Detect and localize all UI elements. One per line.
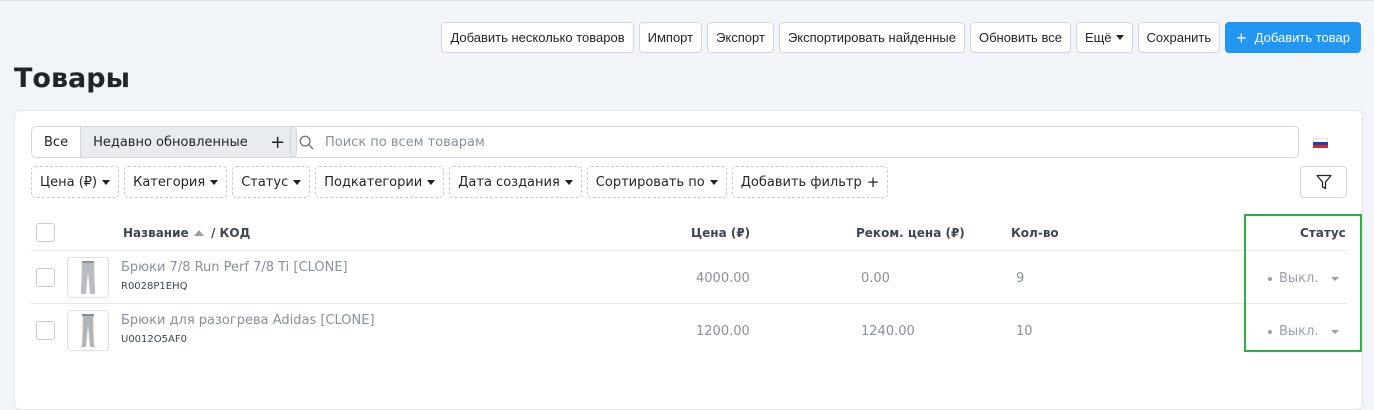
filter-bar: Цена (₽) Категория Статус Подкатегории Д… — [31, 166, 889, 198]
search-box — [290, 126, 1299, 158]
chevron-down-icon — [1115, 35, 1124, 40]
page-title: Товары — [14, 63, 131, 94]
chevron-down-icon — [293, 179, 302, 185]
plus-icon: + — [866, 173, 880, 191]
export-button[interactable]: Экспорт — [707, 22, 774, 53]
filter-created-label: Дата создания — [458, 174, 560, 190]
product-price[interactable]: 4000.00 — [696, 271, 750, 286]
sort-by-dropdown[interactable]: Сортировать по — [586, 166, 727, 198]
tab-recently-updated[interactable]: Недавно обновленные — [81, 127, 260, 157]
search-icon — [299, 135, 314, 149]
view-tabs: Все Недавно обновленные + — [31, 126, 297, 158]
add-multiple-button[interactable]: Добавить несколько товаров — [441, 22, 634, 53]
filter-created-date[interactable]: Дата создания — [449, 166, 582, 198]
pants-image — [81, 260, 95, 294]
product-code: U0012O5AF0 — [121, 334, 187, 345]
product-code: R0028P1EHQ — [121, 281, 188, 292]
chevron-down-icon — [102, 179, 111, 185]
filter-price-label: Цена (₽) — [40, 174, 98, 190]
product-qty[interactable]: 9 — [1016, 271, 1024, 286]
add-product-button[interactable]: + Добавить товар — [1225, 22, 1361, 53]
column-header-name[interactable]: Название — [123, 226, 204, 240]
export-found-button[interactable]: Экспортировать найденные — [778, 22, 965, 53]
sort-by-label: Сортировать по — [595, 174, 705, 190]
search-input[interactable] — [323, 133, 1223, 151]
filter-status[interactable]: Статус — [232, 166, 311, 198]
tab-all[interactable]: Все — [32, 127, 82, 157]
chevron-down-icon — [427, 179, 436, 185]
sort-asc-icon — [193, 230, 204, 236]
filter-subcategories-label: Подкатегории — [324, 174, 423, 190]
row-divider — [31, 303, 1347, 304]
filter-category-label: Категория — [133, 174, 206, 190]
chevron-down-icon — [564, 179, 573, 185]
product-rec-price[interactable]: 1240.00 — [861, 324, 915, 339]
select-all-checkbox[interactable] — [36, 223, 55, 242]
filter-status-label: Статус — [241, 174, 289, 190]
product-name-link[interactable]: Брюки для разогрева Adidas [CLONE] — [121, 313, 375, 328]
column-name-label: Название — [123, 226, 189, 240]
flag-ru-icon[interactable] — [1313, 138, 1328, 148]
filter-price[interactable]: Цена (₽) — [31, 166, 120, 198]
more-dropdown-button[interactable]: Ещё — [1075, 22, 1133, 53]
add-filter-label: Добавить фильтр — [740, 174, 862, 190]
product-thumbnail[interactable] — [67, 310, 109, 351]
more-label: Ещё — [1084, 30, 1112, 45]
row-checkbox[interactable] — [36, 321, 55, 340]
status-column-highlight — [1244, 214, 1362, 352]
import-button[interactable]: Импорт — [638, 22, 703, 53]
update-all-button[interactable]: Обновить все — [969, 22, 1071, 53]
plus-icon: + — [1236, 27, 1247, 48]
product-rec-price[interactable]: 0.00 — [861, 271, 890, 286]
filter-toggle-button[interactable] — [1300, 166, 1347, 198]
add-product-label: Добавить товар — [1254, 30, 1350, 45]
row-divider — [31, 250, 1347, 251]
column-header-code[interactable]: / КОД — [211, 226, 250, 240]
chevron-down-icon — [709, 179, 718, 185]
chevron-down-icon — [210, 179, 219, 185]
product-name-link[interactable]: Брюки 7/8 Run Perf 7/8 Ti [CLONE] — [121, 260, 348, 275]
column-header-price[interactable]: Цена (₽) — [691, 226, 750, 240]
column-header-rec-price[interactable]: Реком. цена (₽) — [856, 226, 965, 240]
filter-subcategories[interactable]: Подкатегории — [315, 166, 445, 198]
row-checkbox[interactable] — [36, 268, 55, 287]
filter-category[interactable]: Категория — [124, 166, 228, 198]
column-header-qty[interactable]: Кол-во — [1011, 226, 1059, 240]
pants-image — [81, 313, 95, 347]
toolbar: Добавить несколько товаров Импорт Экспор… — [441, 22, 1361, 53]
save-button[interactable]: Сохранить — [1137, 22, 1221, 53]
products-card: Все Недавно обновленные + Цена (₽) Катег… — [14, 110, 1363, 410]
add-filter-button[interactable]: Добавить фильтр + — [731, 166, 889, 198]
product-qty[interactable]: 10 — [1016, 324, 1033, 339]
product-price[interactable]: 1200.00 — [696, 324, 750, 339]
product-thumbnail[interactable] — [67, 257, 109, 298]
funnel-icon — [1315, 174, 1332, 190]
top-border — [0, 0, 1374, 1]
